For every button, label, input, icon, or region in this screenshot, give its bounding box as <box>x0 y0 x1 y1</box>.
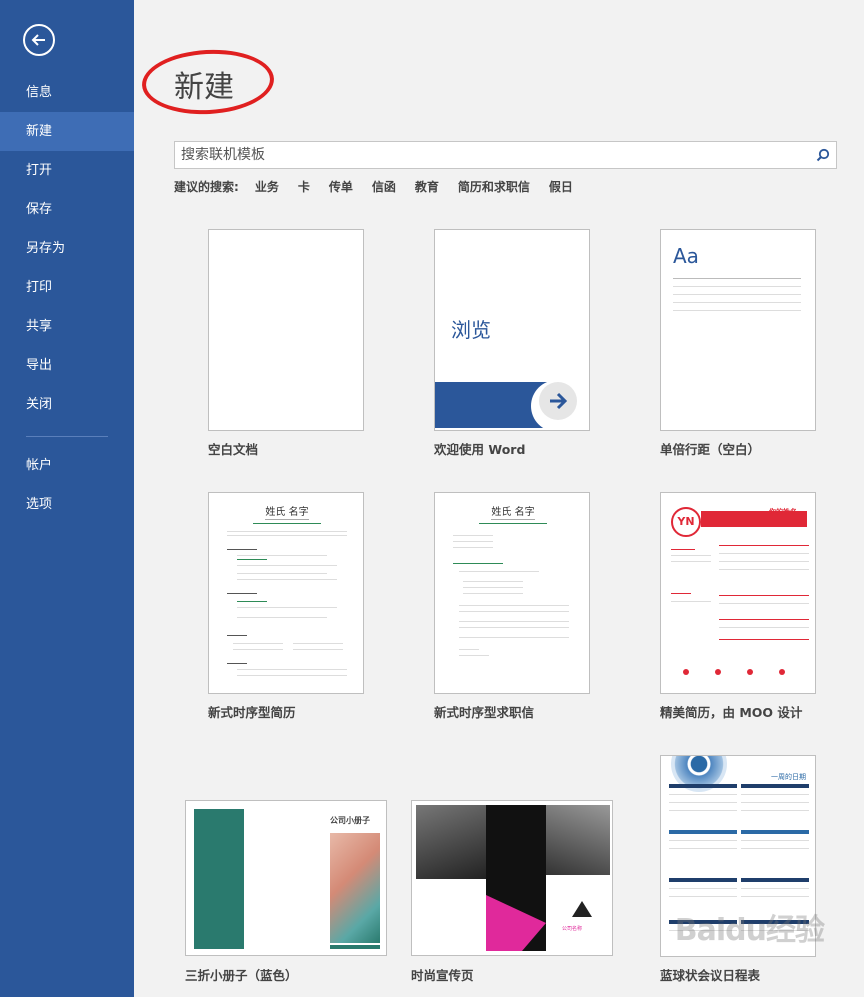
page-title: 新建 <box>174 70 234 105</box>
single-spaced-thumb-text: Aa <box>673 244 699 268</box>
nav-info[interactable]: 信息 <box>0 73 134 112</box>
template-agenda-label[interactable]: 蓝球状会议日程表 <box>660 965 760 984</box>
suggested-searches: 建议的搜索: 业务 卡 传单 信函 教育 简历和求职信 假日 <box>174 178 592 195</box>
suggested-tag-education[interactable]: 教育 <box>415 178 439 195</box>
template-cover-letter-thumb[interactable]: 姓氏 名字 <box>434 492 590 694</box>
nav-new[interactable]: 新建 <box>0 112 134 151</box>
nav-account[interactable]: 帐户 <box>0 446 134 485</box>
nav-save[interactable]: 保存 <box>0 190 134 229</box>
nav-divider <box>26 436 108 437</box>
template-brochure-thumb[interactable]: 公司小册子 <box>185 800 387 956</box>
flyer-logo-icon <box>572 901 592 917</box>
template-resume-label[interactable]: 新式时序型简历 <box>208 702 296 721</box>
nav-export[interactable]: 导出 <box>0 346 134 385</box>
template-cover-letter-label[interactable]: 新式时序型求职信 <box>434 702 534 721</box>
template-moo-resume-thumb[interactable]: YN 你的姓名 <box>660 492 816 694</box>
agenda-thumb-text: 一周的日期 <box>771 773 806 781</box>
template-moo-resume-label[interactable]: 精美简历，由 MOO 设计 <box>660 702 802 721</box>
moo-name: 你的姓名 <box>769 508 797 516</box>
template-blank-label[interactable]: 空白文档 <box>208 439 258 458</box>
template-single-spaced-thumb[interactable]: Aa <box>660 229 816 431</box>
flyer-thumb-text: 公司名称 <box>562 926 583 932</box>
backstage-sidebar: 信息 新建 打开 保存 另存为 打印 共享 导出 关闭 帐户 选项 <box>0 0 134 997</box>
suggested-label: 建议的搜索: <box>174 180 239 194</box>
template-flyer-label[interactable]: 时尚宣传页 <box>411 965 474 984</box>
search-input[interactable] <box>181 142 801 168</box>
resume-thumb-text: 姓氏 名字 <box>265 507 309 518</box>
search-icon[interactable] <box>816 148 830 162</box>
nav-share[interactable]: 共享 <box>0 307 134 346</box>
back-arrow-icon <box>31 34 45 46</box>
template-single-spaced-label[interactable]: 单倍行距（空白） <box>660 439 760 458</box>
suggested-tag-business[interactable]: 业务 <box>255 178 279 195</box>
cover-letter-thumb-text: 姓氏 名字 <box>491 507 535 518</box>
flyer-photo-right <box>546 805 610 875</box>
nav-options[interactable]: 选项 <box>0 485 134 524</box>
suggested-tag-holiday[interactable]: 假日 <box>549 178 573 195</box>
main-panel: 新建 建议的搜索: 业务 卡 传单 信函 教育 简历和求职信 假日 空白文档 浏… <box>134 0 864 997</box>
arrow-right-icon <box>539 382 577 420</box>
watermark: Baidu经验 <box>674 913 825 948</box>
nav-open[interactable]: 打开 <box>0 151 134 190</box>
brochure-thumb-text: 公司小册子 <box>330 816 370 825</box>
template-flyer-thumb[interactable]: 公司名称 <box>411 800 613 956</box>
suggested-tag-flyer[interactable]: 传单 <box>329 178 353 195</box>
suggested-tag-card[interactable]: 卡 <box>298 178 310 195</box>
template-welcome-label[interactable]: 欢迎使用 Word <box>434 439 525 458</box>
welcome-thumb-text: 浏览 <box>451 318 491 342</box>
nav-print[interactable]: 打印 <box>0 268 134 307</box>
building-image <box>330 833 380 943</box>
template-welcome-thumb[interactable]: 浏览 <box>434 229 590 431</box>
template-blank-thumb[interactable] <box>208 229 364 431</box>
suggested-tag-letter[interactable]: 信函 <box>372 178 396 195</box>
template-resume-thumb[interactable]: 姓氏 名字 <box>208 492 364 694</box>
suggested-tag-resume[interactable]: 简历和求职信 <box>458 178 530 195</box>
moo-initials: YN <box>671 507 701 537</box>
nav-close[interactable]: 关闭 <box>0 385 134 424</box>
back-button[interactable] <box>23 24 55 56</box>
nav-save-as[interactable]: 另存为 <box>0 229 134 268</box>
flyer-photo-left <box>416 805 486 879</box>
template-brochure-label[interactable]: 三折小册子（蓝色） <box>185 965 298 984</box>
search-box <box>174 141 837 169</box>
